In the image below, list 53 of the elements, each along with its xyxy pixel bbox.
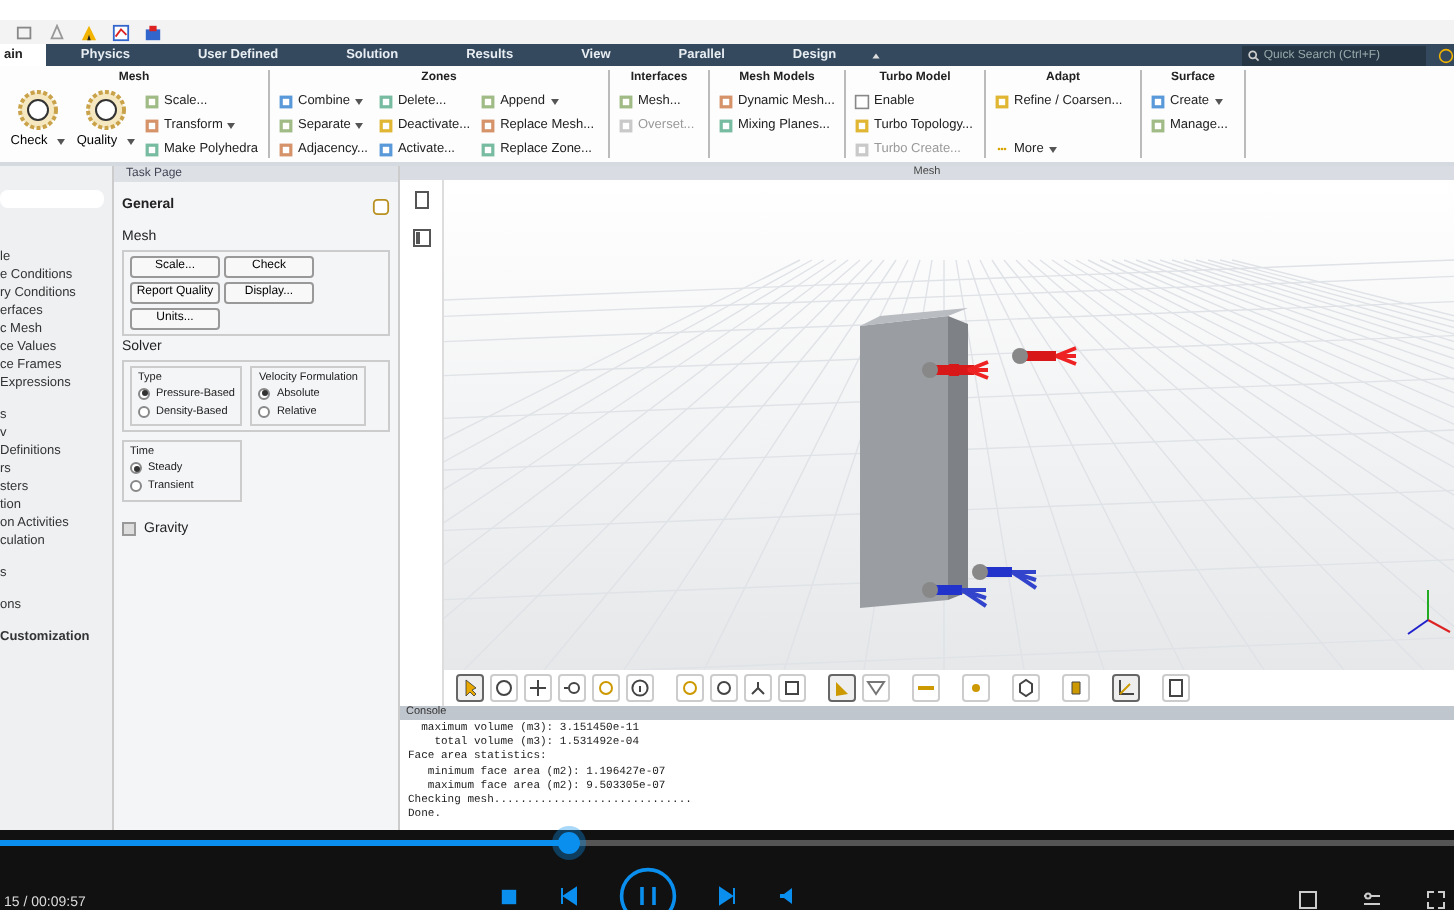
gear-badge-icon [86, 89, 126, 130]
radio-button[interactable] [138, 405, 150, 418]
caret-icon [354, 97, 365, 106]
toolbar-button[interactable] [456, 674, 484, 702]
volume-icon[interactable] [778, 886, 798, 906]
radio-button[interactable] [258, 405, 271, 418]
tool-icon [782, 678, 802, 698]
next-icon[interactable] [718, 886, 738, 906]
pause-icon[interactable] [618, 866, 678, 910]
fullscreen-icon[interactable] [1426, 890, 1446, 910]
toolbar-button[interactable] [1112, 674, 1140, 702]
tool-icon [596, 678, 616, 698]
settings-icon[interactable] [1362, 890, 1382, 910]
tool-icon [528, 678, 548, 698]
caret-icon [55, 137, 66, 146]
page-icon[interactable] [411, 188, 431, 212]
tool-icon [630, 678, 650, 698]
radio-button[interactable] [130, 462, 142, 475]
axis-triad-icon [1407, 589, 1451, 635]
panel-icon[interactable] [411, 226, 431, 250]
tool-icon [562, 678, 582, 698]
tool-icon [1166, 678, 1186, 698]
window-icon[interactable] [1298, 890, 1318, 910]
radio-button[interactable] [258, 387, 271, 400]
toolbar-button[interactable] [828, 674, 856, 702]
caret-icon [125, 137, 136, 146]
tool-icon [1066, 678, 1086, 698]
file-icon [16, 23, 34, 41]
file-button[interactable] [16, 23, 34, 41]
tool-icon [994, 93, 1010, 110]
collapse-caret-icon [870, 49, 883, 61]
gear-badge-icon [18, 89, 58, 130]
radio-button[interactable] [138, 387, 150, 400]
previous-icon[interactable] [558, 886, 578, 906]
checkbox[interactable] [122, 522, 136, 537]
stop-icon[interactable] [500, 887, 518, 905]
caret-icon [549, 97, 559, 106]
tool-icon [1116, 678, 1136, 698]
caret-icon [354, 121, 365, 130]
checkbox-icon [854, 93, 870, 110]
caret-icon [226, 121, 237, 130]
warning-logo-button[interactable] [80, 23, 98, 41]
warning-logo-icon [80, 23, 98, 41]
dots-icon [994, 144, 1010, 155]
tool-icon [966, 678, 986, 698]
caret-icon [1047, 145, 1058, 154]
radio-button[interactable] [130, 480, 142, 493]
progress-thumb[interactable] [557, 832, 580, 854]
chart-button[interactable] [112, 23, 130, 41]
search-icon [1248, 49, 1260, 61]
tool-icon [1016, 678, 1036, 698]
caret-icon [1213, 97, 1224, 106]
tool-icon [748, 678, 768, 698]
